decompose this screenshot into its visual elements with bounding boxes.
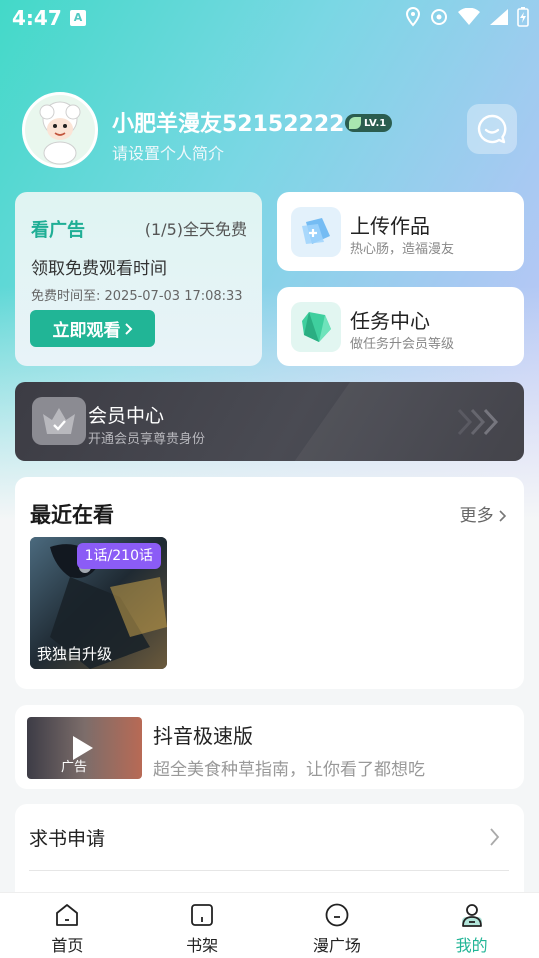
chevron-right-icon xyxy=(124,322,132,335)
battery-icon xyxy=(517,7,529,27)
status-icons xyxy=(405,7,529,27)
ad-tag: 广告 xyxy=(61,760,88,775)
divider xyxy=(29,870,509,871)
tab-profile-label: 我的 xyxy=(455,936,488,955)
list-item-label: 求书申请 xyxy=(29,828,106,850)
ad-card-description: 领取免费观看时间 xyxy=(31,259,167,279)
comic-title: 我独自升级 xyxy=(37,645,113,663)
level-badge: LV.1 xyxy=(345,114,393,132)
level-text: LV.1 xyxy=(364,117,387,129)
avatar[interactable] xyxy=(22,92,98,168)
profile-bio[interactable]: 请设置个人简介 xyxy=(112,140,224,164)
chapter-progress-badge: 1话/210话 xyxy=(76,543,161,569)
watch-ad-card: 看广告 (1/5)全天免费 领取免费观看时间 免费时间至: 2025-07-03… xyxy=(15,192,262,366)
chevron-right-icon xyxy=(499,510,507,522)
recent-title: 最近在看 xyxy=(30,503,114,527)
username: 小肥羊漫友52152222 xyxy=(112,112,345,137)
upload-icon xyxy=(291,207,341,257)
home-icon xyxy=(56,904,79,926)
tab-square-label: 漫广场 xyxy=(312,936,361,955)
tab-bookshelf[interactable]: 书架 xyxy=(135,893,270,958)
location-icon xyxy=(405,7,421,27)
comic-cover[interactable]: 1话/210话 我独自升级 xyxy=(30,537,167,669)
status-time: 4:47 xyxy=(12,6,62,30)
tab-home-label: 首页 xyxy=(51,936,84,955)
square-icon xyxy=(325,903,349,927)
recent-more-link[interactable]: 更多 xyxy=(460,501,507,526)
recent-reading-card: 最近在看 更多 1话/210话 我独自升级 xyxy=(15,477,524,689)
sponsored-thumbnail[interactable]: 广告 xyxy=(27,717,142,779)
upload-title: 上传作品 xyxy=(350,214,430,238)
chevron-right-icon xyxy=(490,828,500,846)
list-item-book-request[interactable]: 求书申请 xyxy=(15,804,524,870)
sponsored-subtitle: 超全美食种草指南，让你看了都想吃 xyxy=(153,760,425,780)
sponsored-ad-card[interactable]: 广告 抖音极速版 超全美食种草指南，让你看了都想吃 xyxy=(15,705,524,789)
free-time-label: 免费时间至: 2025-07-03 17:08:33 xyxy=(31,289,243,304)
watch-now-button[interactable]: 立即观看 xyxy=(30,310,155,347)
tab-profile[interactable]: 我的 xyxy=(404,893,539,958)
task-title: 任务中心 xyxy=(350,309,430,333)
wifi-icon xyxy=(458,8,480,25)
bottom-tab-bar: 首页 书架 漫广场 我的 xyxy=(0,892,539,958)
tab-bookshelf-label: 书架 xyxy=(186,936,219,955)
triple-chevron-icon xyxy=(457,408,499,436)
tab-home[interactable]: 首页 xyxy=(0,893,135,958)
status-bar: 4:47 A xyxy=(0,0,539,36)
task-center-card[interactable]: 任务中心 做任务升会员等级 xyxy=(277,287,524,366)
profile-icon xyxy=(461,904,482,927)
signal-icon xyxy=(490,9,508,25)
vip-center-card[interactable]: 会员中心 开通会员享尊贵身份 xyxy=(15,382,524,461)
task-subtitle: 做任务升会员等级 xyxy=(350,337,455,352)
upload-works-card[interactable]: 上传作品 热心肠，造福漫友 xyxy=(277,192,524,271)
watch-now-label: 立即观看 xyxy=(52,321,121,341)
vip-subtitle: 开通会员享尊贵身份 xyxy=(88,432,206,447)
sheep-avatar-icon xyxy=(25,95,95,165)
message-button[interactable] xyxy=(467,104,517,154)
upload-subtitle: 热心肠，造福漫友 xyxy=(350,242,455,257)
settings-dot-icon xyxy=(431,9,447,25)
sponsored-title: 抖音极速版 xyxy=(153,724,253,748)
ad-card-title: 看广告 xyxy=(31,220,85,241)
gem-icon xyxy=(291,302,341,352)
leaf-icon xyxy=(349,117,361,129)
crown-icon xyxy=(32,397,86,445)
chat-bubble-icon xyxy=(477,114,507,144)
more-label: 更多 xyxy=(459,506,494,526)
ad-card-count: (1/5)全天免费 xyxy=(144,220,247,239)
notification-icon: A xyxy=(70,10,86,26)
tab-square[interactable]: 漫广场 xyxy=(270,893,405,958)
vip-title: 会员中心 xyxy=(88,405,165,427)
bookshelf-icon xyxy=(191,904,214,926)
